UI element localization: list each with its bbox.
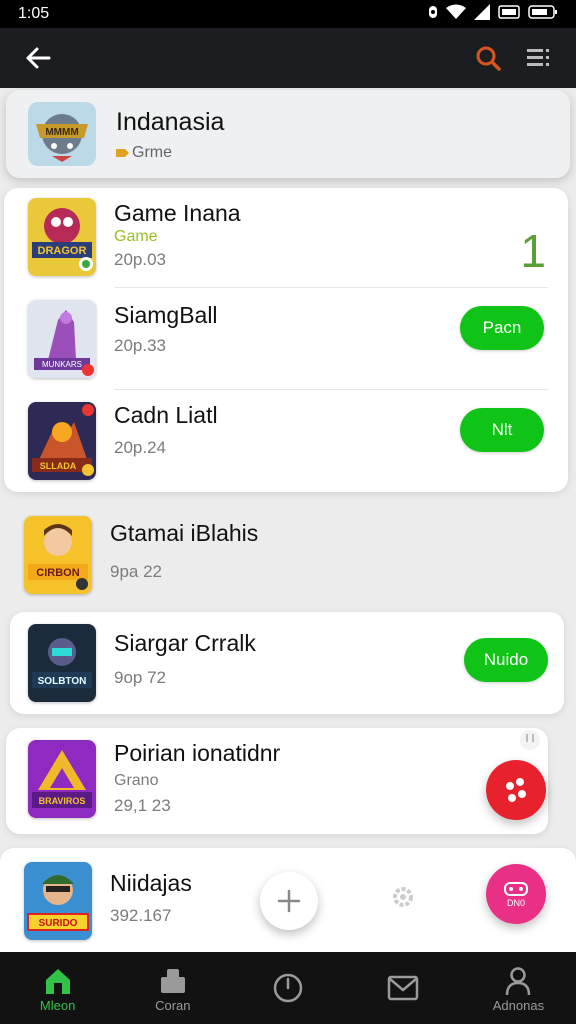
list-item[interactable]: SLLADA Cadn Liatl 20p.24 Nlt xyxy=(4,392,568,492)
app-card: SOLBTON Siargar Crralk 9op 72 Nuido xyxy=(10,612,564,714)
clock-icon xyxy=(272,971,304,1005)
nav-label: Coran xyxy=(155,997,191,1013)
app-title: Siargar Crralk xyxy=(114,630,256,656)
nav-item-store[interactable]: Coran xyxy=(115,952,230,1024)
featured-tag: Grme xyxy=(132,144,172,161)
list-item[interactable]: SOLBTON Siargar Crralk 9op 72 Nuido xyxy=(4,612,558,712)
nav-label: Adnonas xyxy=(492,997,545,1013)
featured-tag-row: Grme xyxy=(116,144,172,162)
game-controller-fab[interactable] xyxy=(486,760,546,820)
nav-item-history[interactable] xyxy=(230,952,345,1024)
app-title: Gtamai iBlahis xyxy=(110,520,259,546)
plus-icon xyxy=(277,889,301,913)
app-subtitle: 392.167 xyxy=(110,906,172,925)
status-bar: 1:05 xyxy=(0,0,576,28)
add-fab[interactable] xyxy=(260,872,318,930)
app-title: Game Inana xyxy=(114,200,241,226)
game-thumbnail: SURIDO xyxy=(24,862,92,940)
svg-text:CIRBON: CIRBON xyxy=(36,567,79,579)
app-subtitle: 20p.03 xyxy=(114,250,166,269)
list-item[interactable]: BRAVIROS Poirian ionatidnr Grano 29,1 23 xyxy=(4,728,546,828)
app-card: BRAVIROS Poirian ionatidnr Grano 29,1 23 xyxy=(6,728,548,834)
svg-text:SURIDO: SURIDO xyxy=(39,918,78,929)
action-button[interactable]: Nuido xyxy=(464,638,548,682)
settings-icon[interactable] xyxy=(390,884,416,910)
app-subtitle: 9pa 22 xyxy=(110,562,162,581)
signal-icon xyxy=(474,3,490,25)
divider xyxy=(114,287,548,288)
wifi-icon xyxy=(446,4,466,25)
mail-icon xyxy=(387,971,419,1005)
nav-item-profile[interactable]: Adnonas xyxy=(461,952,576,1024)
game-thumbnail: SLLADA xyxy=(28,402,96,480)
app-group-card: DRAGOR Game Inana Game 20p.03 1 MUNKARS … xyxy=(4,188,568,492)
game-thumbnail: CIRBON xyxy=(24,516,92,594)
search-icon xyxy=(476,46,501,71)
svg-text:MMMM: MMMM xyxy=(45,127,78,138)
dice-icon xyxy=(506,778,526,802)
bottom-navigation: Mleon Coran Adnonas xyxy=(0,952,576,1024)
list-item[interactable]: DRAGOR Game Inana Game 20p.03 1 xyxy=(4,188,568,288)
home-icon xyxy=(43,964,73,998)
featured-game-thumbnail: MMMM xyxy=(28,102,96,166)
svg-text:BRAVIROS: BRAVIROS xyxy=(39,796,86,806)
game-thumbnail: DRAGOR xyxy=(28,198,96,276)
fab-label: DN0 xyxy=(506,898,525,908)
app-subtitle: 20p.24 xyxy=(114,438,166,457)
svg-text:SOLBTON: SOLBTON xyxy=(38,676,87,687)
app-title: Poirian ionatidnr xyxy=(114,740,281,766)
nav-item-home[interactable]: Mleon xyxy=(0,952,115,1024)
controller-fab[interactable]: DN0 xyxy=(486,864,546,924)
app-title: Niidajas xyxy=(110,870,192,896)
app-subtitle: 20p.33 xyxy=(114,336,166,355)
action-button[interactable]: Nlt xyxy=(460,408,544,452)
app-subtitle: 29,1 23 xyxy=(114,796,171,815)
alarm-icon xyxy=(428,5,438,24)
nav-label: Mleon xyxy=(39,997,76,1013)
app-title: SiamgBall xyxy=(114,302,218,328)
app-subtitle: 9op 72 xyxy=(114,668,166,687)
menu-button[interactable] xyxy=(520,40,556,76)
sim-icon xyxy=(498,4,520,24)
featured-title: Indanasia xyxy=(116,108,225,136)
list-item[interactable]: CIRBON Gtamai iBlahis 9pa 22 xyxy=(0,506,576,606)
back-button[interactable] xyxy=(20,40,56,76)
svg-text:MUNKARS: MUNKARS xyxy=(42,360,82,369)
action-button[interactable]: Pacn xyxy=(460,306,544,350)
app-tag: Grano xyxy=(114,772,159,789)
nav-item-mail[interactable] xyxy=(346,952,461,1024)
app-list[interactable]: MMMM Indanasia Grme DRAGOR Game Inana Ga… xyxy=(0,88,576,952)
svg-text:SLLADA: SLLADA xyxy=(40,461,77,471)
list-item[interactable]: MUNKARS SiamgBall 20p.33 Pacn xyxy=(4,290,568,390)
game-thumbnail: MUNKARS xyxy=(28,300,96,378)
app-title: Cadn Liatl xyxy=(114,402,218,428)
game-thumbnail: SOLBTON xyxy=(28,624,96,702)
profile-icon xyxy=(504,964,532,998)
menu-icon xyxy=(527,49,549,66)
back-arrow-icon xyxy=(26,47,51,69)
game-thumbnail: BRAVIROS xyxy=(28,740,96,818)
divider xyxy=(114,389,548,390)
hint-icon xyxy=(518,728,542,752)
battery-icon xyxy=(528,4,558,24)
rank-badge: 1 xyxy=(520,225,546,277)
store-icon xyxy=(158,964,188,998)
tag-icon xyxy=(116,149,129,157)
controller-icon xyxy=(504,882,528,896)
status-time: 1:05 xyxy=(18,5,50,22)
svg-text:DRAGOR: DRAGOR xyxy=(38,245,87,257)
featured-card[interactable]: MMMM Indanasia Grme xyxy=(6,90,570,178)
app-tag: Game xyxy=(114,228,158,245)
top-app-bar xyxy=(0,28,576,88)
status-icons xyxy=(428,3,558,25)
search-button[interactable] xyxy=(470,40,506,76)
